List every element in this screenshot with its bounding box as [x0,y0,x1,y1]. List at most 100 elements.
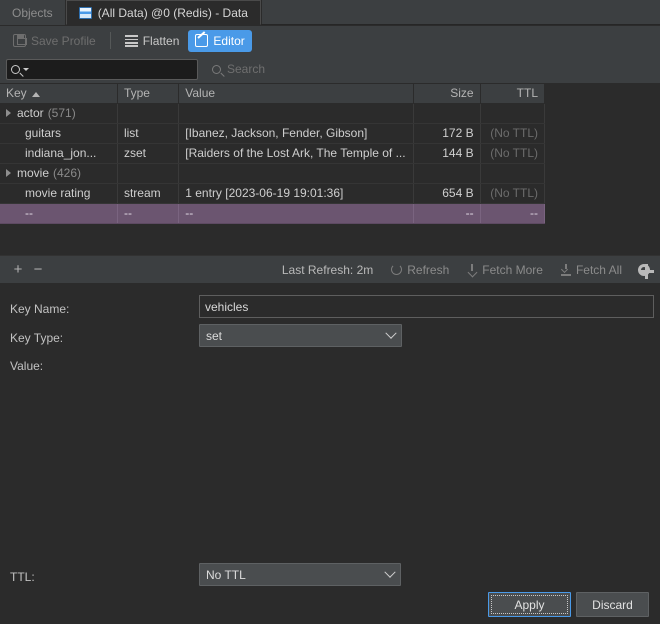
settings-button[interactable] [638,263,654,279]
expand-arrow-icon[interactable] [6,109,12,117]
column-header-ttl-label: TTL [516,86,538,101]
key-name-field[interactable]: vehicles [199,295,654,318]
tab-objects[interactable]: Objects [0,0,66,25]
cell-key: actor (571) [0,103,118,124]
column-header-type[interactable]: Type [117,84,180,104]
key-editor-form: Key Name: vehicles Key Type: set Value: … [0,283,660,624]
flatten-icon [124,35,138,47]
floppy-disk-icon [13,34,27,47]
cell-type [117,163,180,184]
refresh-icon [391,264,403,275]
cell-size: 172 B [413,123,481,144]
column-header-type-label: Type [123,86,150,101]
column-header-key-label: Key [6,86,27,101]
cell-key: movie rating [0,183,118,204]
cell-key: indiana_jon... [0,143,118,164]
key-name-value: vehicles [205,299,249,314]
ttl-value: No TTL [206,567,246,582]
column-header-ttl[interactable]: TTL [480,84,546,104]
add-key-button[interactable]: + [8,262,28,277]
table-action-bar: + − Last Refresh: 2m Refresh Fetch More … [0,255,660,283]
table-header-row: Key Type Value Size TTL [0,84,546,104]
refresh-label: Refresh [407,262,450,277]
table-row-selected[interactable]: -- -- -- -- -- [0,203,546,224]
arrow-down-to-bar-icon [560,263,571,276]
apply-button[interactable]: Apply [488,592,571,617]
cell-value [178,163,415,184]
pencil-edit-icon [195,34,209,47]
tab-bar: Objects (All Data) @0 (Redis) - Data [0,0,660,25]
save-profile-button[interactable]: Save Profile [6,30,103,52]
table-icon [78,6,92,19]
cell-ttl [480,103,546,124]
cell-key-label: indiana_jon... [25,146,97,160]
sort-ascending-icon [31,91,40,97]
key-type-value: set [206,328,223,343]
discard-label: Discard [592,597,633,612]
cell-value: -- [178,203,415,224]
column-header-size[interactable]: Size [413,84,481,104]
cell-type: stream [117,183,180,204]
cell-type [117,103,180,124]
discard-button[interactable]: Discard [576,592,649,617]
cell-key: guitars [0,123,118,144]
cell-type: list [117,123,180,144]
fetch-all-label: Fetch All [575,262,622,277]
column-header-size-label: Size [450,86,474,101]
tab-all-data-label: (All Data) @0 (Redis) - Data [97,5,248,20]
value-label: Value: [10,359,44,373]
cell-key-label: movie [17,166,50,180]
cell-ttl: -- [480,203,546,224]
cell-type: zset [117,143,180,164]
search-placeholder-group: Search [212,62,265,76]
editor-button[interactable]: Editor [188,29,252,52]
cell-value: [Raiders of the Lost Ark, The Temple of … [178,143,415,164]
fetch-all-button[interactable]: Fetch All [560,262,622,277]
cell-ttl: (No TTL) [480,123,546,144]
cell-key: movie (426) [0,163,118,184]
key-type-select[interactable]: set [199,324,402,347]
table-row[interactable]: movie (426) [0,163,546,184]
cell-value: 1 entry [2023-06-19 19:01:36] [178,183,415,204]
ttl-select[interactable]: No TTL [199,563,401,586]
fetch-more-label: Fetch More [482,262,543,277]
key-table-body: actor (571) guitars list [Ibanez, Jackson… [0,103,546,224]
tab-bar-filler [260,0,660,24]
cell-size [413,103,481,124]
cell-size [413,163,481,184]
last-refresh-label: Last Refresh: 2m [281,262,374,277]
cell-key-label: actor [17,106,44,120]
search-input[interactable] [6,58,198,80]
column-header-value-label: Value [185,86,216,101]
search-placeholder: Search [227,62,266,76]
chevron-down-icon [385,327,397,339]
chevron-down-icon [384,566,396,578]
editor-label: Editor [213,33,245,48]
expand-arrow-icon[interactable] [6,169,12,177]
chevron-down-icon[interactable] [23,67,29,71]
column-header-value[interactable]: Value [178,84,415,104]
focus-ring [491,595,568,614]
cell-value: [Ibanez, Jackson, Fender, Gibson] [178,123,415,144]
search-icon [11,64,20,74]
cell-key-label: -- [25,206,33,220]
redis-data-editor-window: Objects (All Data) @0 (Redis) - Data Sav… [0,0,660,624]
editor-toolbar: Save Profile Flatten Editor [0,26,660,55]
key-table[interactable]: Key Type Value Size TTL actor (571) guit… [0,84,660,255]
table-row[interactable]: actor (571) [0,103,546,124]
flatten-label: Flatten [142,33,180,48]
refresh-button[interactable]: Refresh [391,263,449,277]
cell-ttl: (No TTL) [480,183,546,204]
ttl-label: TTL: [10,570,35,584]
save-profile-label: Save Profile [31,33,96,48]
table-row[interactable]: indiana_jon... zset [Raiders of the Lost… [0,143,546,164]
cell-value [178,103,415,124]
table-row[interactable]: movie rating stream 1 entry [2023-06-19 … [0,183,546,204]
fetch-more-button[interactable]: Fetch More [467,263,543,277]
remove-key-button[interactable]: − [28,262,48,277]
tab-all-data[interactable]: (All Data) @0 (Redis) - Data [65,0,261,25]
gear-icon [638,263,654,279]
table-row[interactable]: guitars list [Ibanez, Jackson, Fender, G… [0,123,546,144]
flatten-button[interactable]: Flatten [118,30,187,52]
column-header-key[interactable]: Key [0,84,118,104]
